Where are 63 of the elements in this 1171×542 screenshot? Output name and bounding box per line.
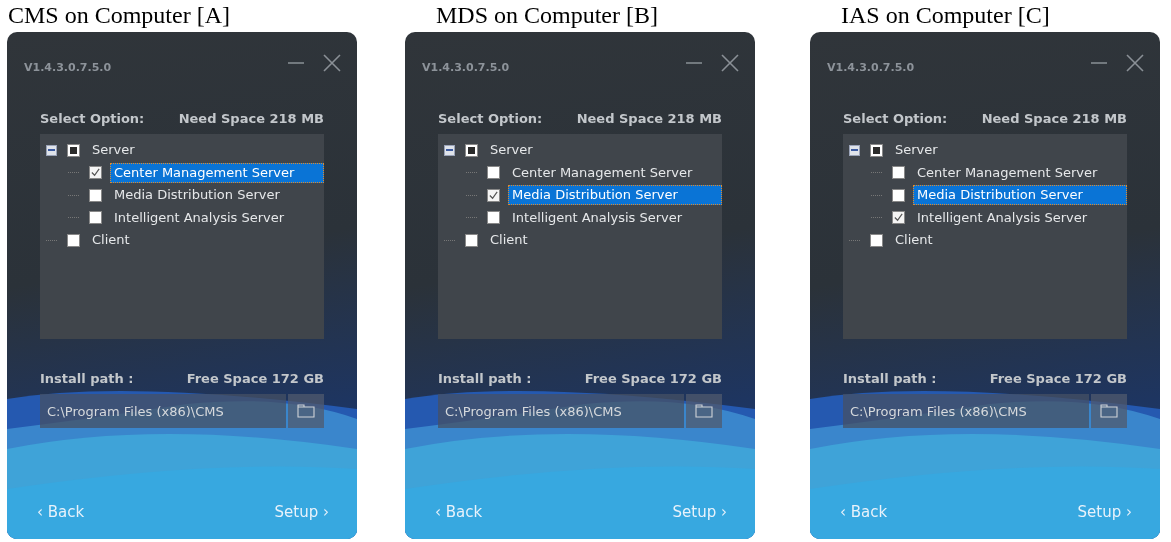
tree-item[interactable]: Media Distribution Server: [508, 185, 722, 206]
select-option-label: Select Option:: [843, 111, 948, 126]
browse-button[interactable]: [686, 394, 722, 428]
tree-item[interactable]: Client: [88, 230, 324, 251]
select-option-label: Select Option:: [438, 111, 543, 126]
tree-item[interactable]: Center Management Server: [913, 162, 1127, 183]
figure-caption: CMS on Computer [A]: [7, 1, 231, 30]
version-label: V1.4.3.0.7.5.0: [24, 60, 112, 74]
version-label: V1.4.3.0.7.5.0: [827, 60, 915, 74]
tree-item[interactable]: Server: [891, 140, 1127, 161]
tree-item[interactable]: Client: [891, 230, 1127, 251]
tree-item[interactable]: Intelligent Analysis Server: [508, 207, 722, 228]
close-icon[interactable]: [1126, 54, 1144, 72]
checkbox[interactable]: [487, 188, 500, 202]
install-path-field[interactable]: C:\Program Files (x86)\CMS: [438, 394, 684, 428]
checkbox[interactable]: [892, 166, 905, 180]
checkbox[interactable]: [89, 211, 102, 225]
figure-caption: IAS on Computer [C]: [840, 1, 1051, 30]
folder-icon: [695, 404, 713, 418]
need-space-label: Need Space 218 MB: [576, 111, 722, 126]
checkbox[interactable]: [892, 211, 905, 225]
checkbox[interactable]: [892, 188, 905, 202]
install-path-label: Install path :: [40, 371, 134, 386]
tree-item[interactable]: Media Distribution Server: [913, 185, 1127, 206]
figure-caption: MDS on Computer [B]: [435, 1, 659, 30]
checkbox[interactable]: [67, 143, 80, 157]
tree-item[interactable]: Center Management Server: [508, 162, 722, 183]
browse-button[interactable]: [1091, 394, 1127, 428]
checkbox[interactable]: [465, 233, 478, 247]
checkbox[interactable]: [487, 211, 500, 225]
checkbox[interactable]: [487, 166, 500, 180]
collapse-icon[interactable]: [444, 144, 455, 156]
need-space-label: Need Space 218 MB: [178, 111, 324, 126]
free-space-label: Free Space 172 GB: [584, 371, 722, 386]
install-path-field[interactable]: C:\Program Files (x86)\CMS: [843, 394, 1089, 428]
free-space-label: Free Space 172 GB: [989, 371, 1127, 386]
tree-item[interactable]: Center Management Server: [110, 162, 324, 183]
collapse-icon[interactable]: [46, 144, 57, 156]
folder-icon: [1100, 404, 1118, 418]
browse-button[interactable]: [288, 394, 324, 428]
checkbox[interactable]: [89, 166, 102, 180]
select-option-label: Select Option:: [40, 111, 145, 126]
install-path-field[interactable]: C:\Program Files (x86)\CMS: [40, 394, 286, 428]
tree-item[interactable]: Media Distribution Server: [110, 185, 324, 206]
checkbox[interactable]: [465, 143, 478, 157]
close-icon[interactable]: [721, 54, 739, 72]
tree-item[interactable]: Intelligent Analysis Server: [110, 207, 324, 228]
tree-item[interactable]: Server: [88, 140, 324, 161]
tree-item[interactable]: Intelligent Analysis Server: [913, 207, 1127, 228]
checkbox[interactable]: [89, 188, 102, 202]
checkbox[interactable]: [67, 233, 80, 247]
need-space-label: Need Space 218 MB: [981, 111, 1127, 126]
collapse-icon[interactable]: [849, 144, 860, 156]
checkbox[interactable]: [870, 143, 883, 157]
close-icon[interactable]: [323, 54, 341, 72]
checkbox[interactable]: [870, 233, 883, 247]
install-path-label: Install path :: [843, 371, 937, 386]
tree-item[interactable]: Client: [486, 230, 722, 251]
install-path-label: Install path :: [438, 371, 532, 386]
version-label: V1.4.3.0.7.5.0: [422, 60, 510, 74]
tree-item[interactable]: Server: [486, 140, 722, 161]
folder-icon: [297, 404, 315, 418]
free-space-label: Free Space 172 GB: [186, 371, 324, 386]
